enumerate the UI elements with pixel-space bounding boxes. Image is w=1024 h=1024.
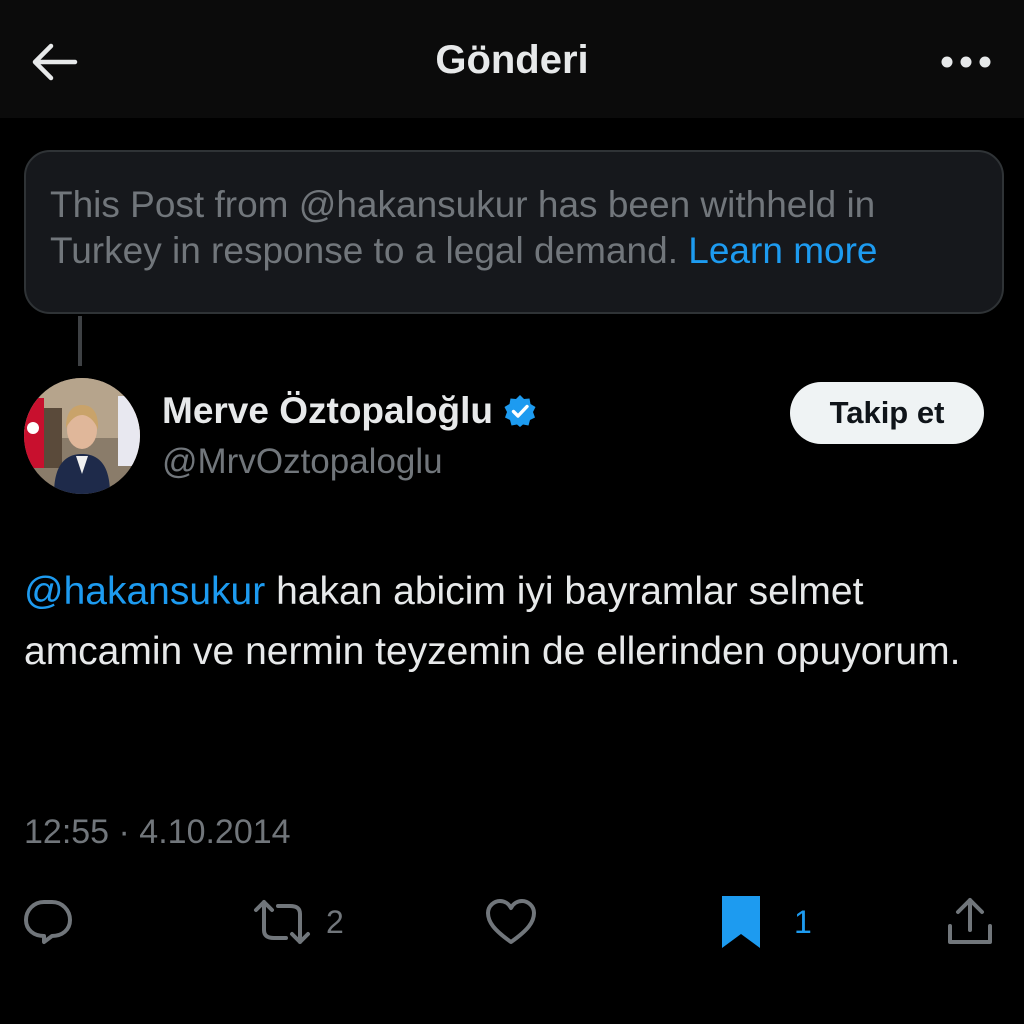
repost-icon bbox=[254, 900, 310, 944]
repost-button[interactable]: 2 bbox=[252, 890, 344, 954]
mention-link[interactable]: @hakansukur bbox=[24, 570, 265, 613]
page-title: Gönderi bbox=[435, 38, 589, 82]
author-name-text: Merve Öztopaloğlu bbox=[162, 390, 493, 431]
author-handle[interactable]: @MrvOztopaloglu bbox=[162, 440, 443, 484]
more-options-button[interactable] bbox=[934, 40, 998, 84]
learn-more-link[interactable]: Learn more bbox=[688, 230, 877, 271]
more-horizontal-icon bbox=[941, 56, 991, 68]
bookmark-count: 1 bbox=[794, 903, 812, 940]
like-button[interactable] bbox=[484, 890, 552, 954]
post-timestamp[interactable]: 12:55 · 4.10.2014 bbox=[24, 810, 291, 854]
follow-button[interactable]: Takip et bbox=[790, 382, 984, 444]
bookmark-button[interactable]: 1 bbox=[718, 890, 812, 954]
share-icon bbox=[948, 898, 992, 944]
top-bar: Gönderi bbox=[0, 0, 1024, 118]
author-name[interactable]: Merve Öztopaloğlu bbox=[162, 388, 537, 434]
post-text: @hakansukur hakan abicim iyi bayramlar s… bbox=[24, 562, 1000, 682]
share-button[interactable] bbox=[944, 890, 1010, 954]
heart-icon bbox=[486, 899, 536, 944]
thread-connector-line bbox=[78, 316, 82, 366]
reply-icon bbox=[24, 900, 72, 944]
bookmark-filled-icon bbox=[722, 896, 760, 948]
avatar[interactable] bbox=[24, 378, 140, 494]
avatar-photo bbox=[24, 378, 140, 494]
withheld-notice: This Post from @hakansukur has been with… bbox=[24, 150, 1004, 314]
verified-badge-icon bbox=[504, 395, 536, 427]
reply-button[interactable] bbox=[22, 890, 88, 954]
repost-count: 2 bbox=[326, 903, 344, 940]
